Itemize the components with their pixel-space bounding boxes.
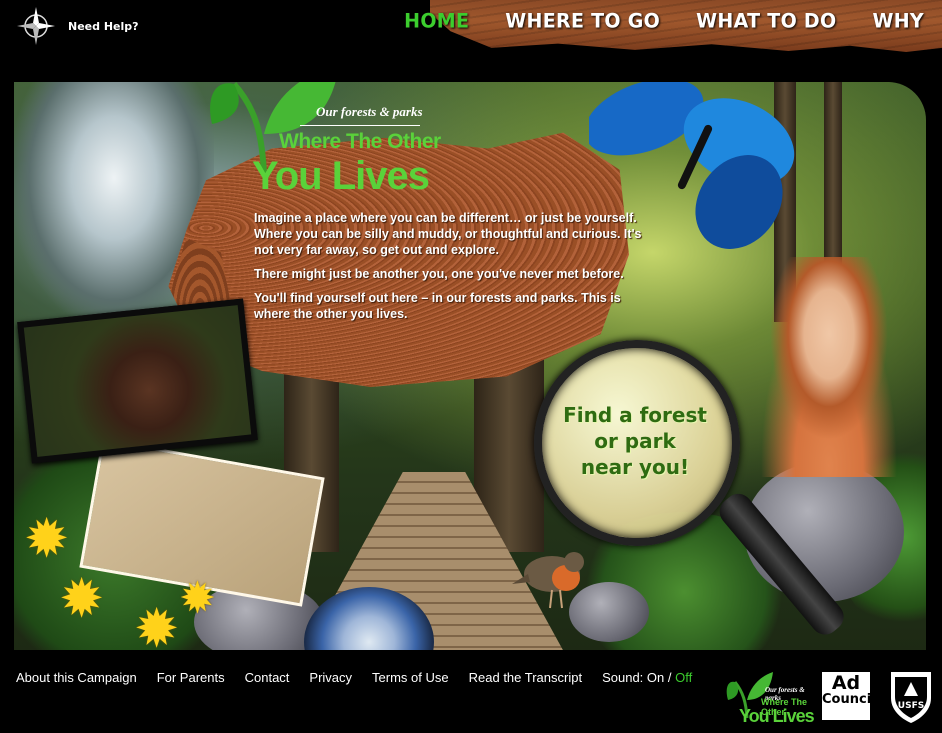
ad-council-top: Ad (831, 672, 861, 694)
boy-photo (17, 298, 258, 464)
intro-text: Imagine a place where you can be differe… (254, 210, 644, 330)
logo-title-top: Where The Other (279, 130, 441, 153)
intro-paragraph: Imagine a place where you can be differe… (254, 211, 642, 257)
boy-photo-image (23, 305, 252, 457)
footer-link-terms[interactable]: Terms of Use (372, 670, 449, 685)
find-forest-line: or park (594, 429, 676, 453)
find-forest-line: near you! (580, 455, 690, 479)
need-help-label: Need Help? (68, 19, 139, 33)
sound-separator: / (667, 670, 672, 685)
mini-logo-title-bottom: You Lives (739, 706, 815, 726)
logo-subtitle: Our forests & parks (316, 104, 423, 119)
intro-paragraph: You'll find yourself out here – in our f… (254, 291, 621, 321)
footer-links: About this Campaign For Parents Contact … (16, 670, 692, 685)
usfs-text: USFS (898, 701, 924, 711)
sound-off-toggle[interactable]: Off (675, 670, 692, 685)
find-forest-label: Find a forest or park near you! (552, 402, 718, 480)
forest-service-shield-icon[interactable]: USFS (888, 668, 934, 724)
logo-divider (300, 125, 420, 126)
nav-where-to-go[interactable]: WHERE TO GO (505, 9, 660, 32)
sound-on-toggle[interactable]: On (647, 670, 664, 685)
nav-what-to-do[interactable]: WHAT TO DO (696, 9, 836, 32)
footer-link-parents[interactable]: For Parents (157, 670, 225, 685)
flower-icon: ✹ (59, 569, 105, 629)
forest-scene: ✹ ✹ ✹ ✹ Our forests & parks Where The Ot… (14, 82, 926, 650)
sound-label: Sound: (602, 670, 644, 685)
footer-link-contact[interactable]: Contact (245, 670, 290, 685)
compass-icon (17, 7, 55, 45)
campaign-logo[interactable]: Our forests & parks Where The Other You … (725, 670, 815, 728)
sound-control: Sound: On / Off (602, 670, 692, 685)
girl-photo (749, 257, 909, 477)
nav-home[interactable]: HOME (404, 9, 469, 32)
footer-link-transcript[interactable]: Read the Transcript (469, 670, 582, 685)
ad-council-bottom: Council (822, 692, 876, 707)
intro-paragraph: There might just be another you, one you… (254, 267, 624, 281)
flower-icon: ✹ (134, 599, 180, 650)
logo-title-bottom: You Lives (252, 154, 430, 198)
flower-icon: ✹ (24, 509, 70, 569)
need-help-link[interactable]: Need Help? (16, 6, 139, 46)
ad-council-logo[interactable]: Ad Council (822, 672, 876, 720)
find-forest-line: Find a forest (563, 403, 707, 427)
flower-icon: ✹ (179, 574, 216, 623)
footer-link-about[interactable]: About this Campaign (16, 670, 137, 685)
find-forest-button[interactable]: Find a forest or park near you! (534, 340, 850, 641)
top-bar: Need Help? HOME WHERE TO GO WHAT TO DO W… (0, 0, 942, 52)
main-nav: HOME WHERE TO GO WHAT TO DO WHY (404, 9, 924, 32)
footer-link-privacy[interactable]: Privacy (309, 670, 352, 685)
footer: About this Campaign For Parents Contact … (0, 660, 942, 733)
nav-why[interactable]: WHY (872, 9, 924, 32)
